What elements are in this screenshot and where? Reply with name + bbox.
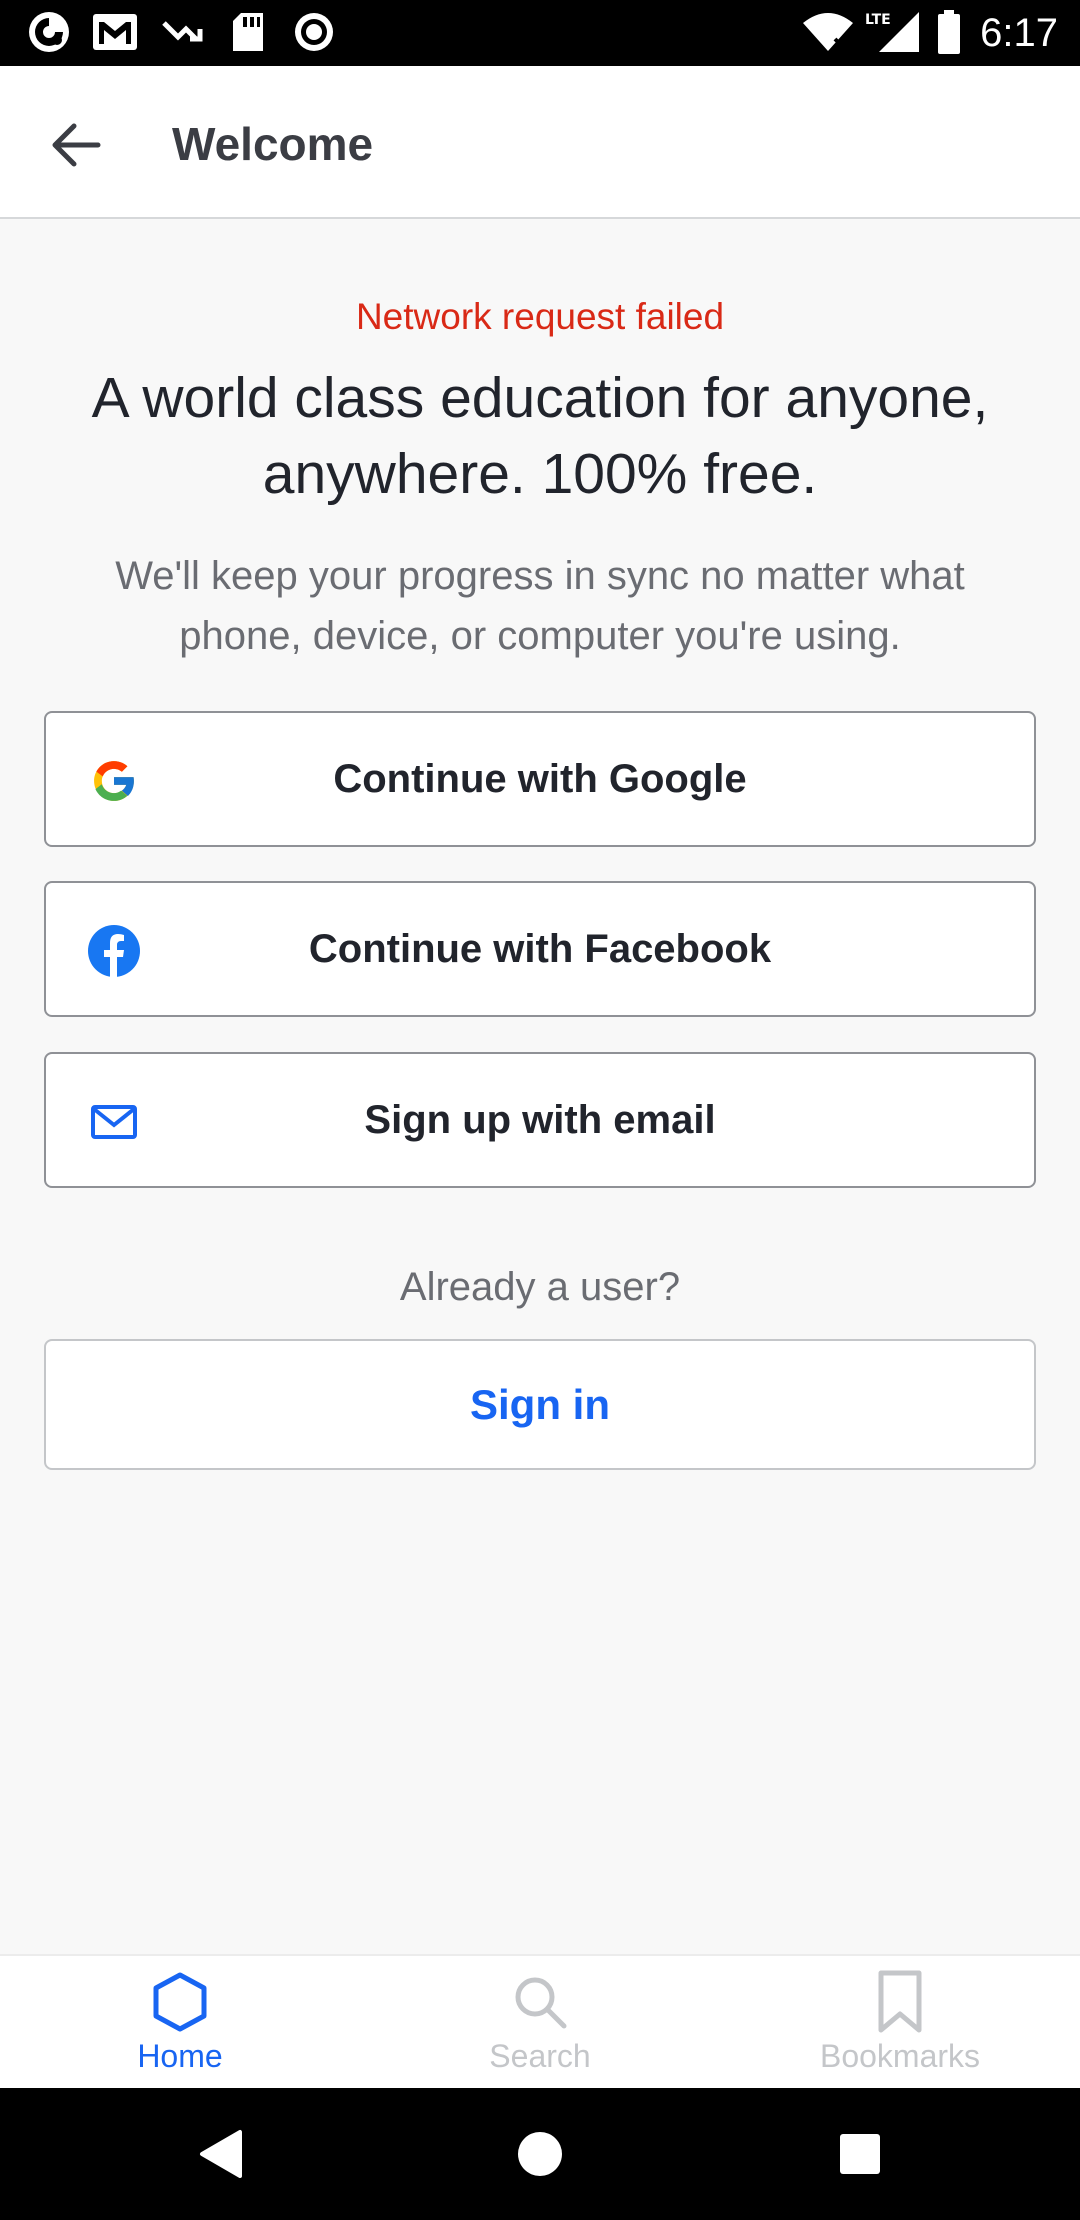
system-nav-bar (0, 2088, 1080, 2220)
sign-in-button[interactable]: Sign in (44, 1339, 1036, 1470)
tab-bookmarks[interactable]: Bookmarks (720, 1956, 1080, 2090)
nav-home-button[interactable] (500, 2118, 580, 2190)
back-button[interactable] (36, 110, 116, 180)
lte-signal-icon: LTE (862, 10, 922, 54)
google-icon (86, 753, 142, 809)
headline: A world class education for anyone, anyw… (91, 366, 989, 506)
tab-search[interactable]: Search (360, 1956, 720, 2090)
app-bar: Welcome (0, 66, 1080, 219)
status-time: 6:17 (980, 11, 1058, 55)
triangle-back-icon (200, 2130, 242, 2178)
subtext: We'll keep your progress in sync no matt… (115, 554, 965, 658)
gmail-icon (90, 10, 140, 54)
circle-home-icon (518, 2132, 562, 2176)
sd-card-icon (228, 10, 268, 54)
hexagon-icon (0, 1970, 360, 2034)
battery-icon (934, 10, 964, 54)
app-notification-icon (22, 10, 76, 54)
facebook-icon (86, 923, 142, 979)
status-bar: LTE 6:17 (0, 0, 1080, 66)
missed-call-icon (158, 10, 206, 54)
continue-google-button[interactable]: Continue with Google (44, 711, 1036, 847)
svg-text:LTE: LTE (865, 12, 891, 28)
back-arrow-icon (52, 123, 101, 167)
sign-in-label: Sign in (470, 1380, 610, 1428)
bottom-tab-bar: Home Search Bookmarks (0, 1954, 1080, 2088)
already-user-text: Already a user? (399, 1265, 681, 1309)
wifi-icon (800, 10, 856, 54)
continue-facebook-label: Continue with Facebook (308, 926, 772, 971)
search-icon (360, 1970, 720, 2034)
mail-icon (86, 1094, 142, 1150)
tab-home[interactable]: Home (0, 1956, 360, 2090)
square-recents-icon (840, 2134, 880, 2174)
nav-recents-button[interactable] (820, 2118, 900, 2190)
record-icon (290, 10, 338, 54)
tab-search-label: Search (489, 2038, 591, 2074)
signup-email-label: Sign up with email (364, 1097, 716, 1142)
continue-google-label: Continue with Google (333, 756, 747, 801)
tab-home-label: Home (137, 2038, 223, 2074)
error-message: Network request failed (355, 296, 725, 337)
nav-back-button[interactable] (180, 2118, 260, 2190)
bookmark-icon (720, 1970, 1080, 2034)
page-title: Welcome (172, 118, 374, 170)
continue-facebook-button[interactable]: Continue with Facebook (44, 881, 1036, 1017)
signup-email-button[interactable]: Sign up with email (44, 1052, 1036, 1188)
tab-bookmarks-label: Bookmarks (819, 2038, 981, 2074)
